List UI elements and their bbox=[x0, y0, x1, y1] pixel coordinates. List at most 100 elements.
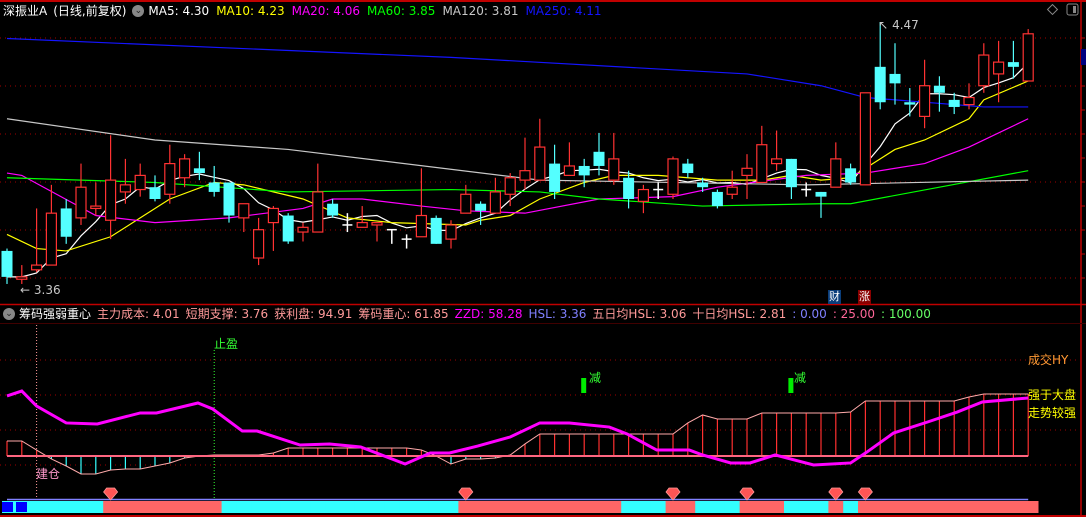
candle-up bbox=[637, 188, 650, 202]
state-bar-segment bbox=[192, 501, 208, 513]
rise-badge[interactable]: 涨 bbox=[858, 290, 871, 304]
state-bar-segment bbox=[695, 501, 711, 513]
candle-down bbox=[948, 99, 960, 107]
candle-down bbox=[697, 182, 709, 188]
signal-take-profit: 止盈 bbox=[214, 337, 239, 351]
state-bar-segment bbox=[88, 501, 104, 513]
state-bar-segment bbox=[473, 501, 489, 513]
candle-down bbox=[889, 73, 901, 84]
state-bar-segment bbox=[58, 501, 75, 513]
candle-down bbox=[60, 208, 72, 237]
candle-up bbox=[119, 184, 132, 193]
state-bar-segment bbox=[517, 501, 533, 513]
state-bar-segment bbox=[828, 501, 844, 513]
candle-up bbox=[534, 146, 546, 181]
state-bar-segment bbox=[428, 501, 445, 513]
candle-down bbox=[475, 203, 487, 211]
zzd-line bbox=[6, 389, 1029, 467]
panel-toggle-icon bbox=[1066, 3, 1079, 16]
gem-signal-icon bbox=[665, 487, 681, 501]
state-bar-segment bbox=[295, 501, 311, 513]
state-bar-segment bbox=[29, 501, 45, 513]
state-bar-marker bbox=[16, 502, 27, 512]
state-bar-segment bbox=[458, 501, 474, 513]
high-price-value: 4.47 bbox=[892, 18, 919, 32]
state-bar-segment bbox=[1020, 501, 1039, 513]
signal-build: 建仓 bbox=[36, 467, 61, 481]
reduce-marker bbox=[788, 378, 794, 393]
state-bar-segment bbox=[132, 501, 149, 513]
candle-down bbox=[549, 163, 561, 192]
candle-down bbox=[149, 187, 161, 199]
state-bar-segment bbox=[354, 501, 371, 513]
candle-up bbox=[992, 61, 1005, 75]
candle-up bbox=[371, 222, 383, 226]
diamond-icon bbox=[1046, 3, 1059, 16]
candle-up bbox=[16, 276, 28, 280]
state-bar-segment bbox=[798, 501, 815, 513]
candle-up bbox=[830, 158, 842, 188]
reduce-marker bbox=[581, 378, 587, 393]
candle-up bbox=[756, 144, 768, 184]
state-bar-segment bbox=[118, 501, 134, 513]
state-bar-segment bbox=[724, 501, 741, 513]
state-bar-segment bbox=[902, 501, 918, 513]
candle-down bbox=[874, 66, 886, 103]
state-bar-segment bbox=[932, 501, 948, 513]
candle-up bbox=[164, 163, 176, 195]
candle-down bbox=[593, 151, 605, 166]
candle-up bbox=[770, 158, 783, 165]
candle-down bbox=[1007, 62, 1019, 67]
candle-up bbox=[297, 226, 309, 233]
trend-label: 走势较强 bbox=[1028, 406, 1077, 420]
candle-up bbox=[104, 179, 117, 221]
candle-up bbox=[963, 96, 975, 106]
candle-up bbox=[519, 170, 531, 181]
state-bar-segment bbox=[1006, 501, 1022, 513]
state-bar-segment bbox=[591, 501, 607, 513]
candle-down bbox=[785, 158, 797, 188]
state-bar-segment bbox=[443, 501, 459, 513]
chart-canvas[interactable] bbox=[0, 0, 1086, 517]
state-bar-segment bbox=[206, 501, 223, 513]
candle-up bbox=[312, 191, 324, 233]
finance-badge[interactable]: 财 bbox=[828, 290, 841, 304]
state-bar-segment bbox=[843, 501, 859, 513]
state-bar-segment bbox=[103, 501, 119, 513]
candle-up bbox=[415, 214, 427, 238]
state-bar-segment bbox=[636, 501, 652, 513]
state-bar-segment bbox=[221, 501, 237, 513]
candle-down bbox=[711, 191, 723, 207]
state-bar-marker bbox=[2, 502, 13, 512]
candle-up bbox=[460, 193, 472, 214]
candle-up bbox=[608, 158, 620, 181]
low-price-label: ← 3.36 bbox=[20, 283, 61, 297]
candle-up bbox=[356, 222, 368, 228]
state-bar-segment bbox=[310, 501, 326, 513]
axis-scroll-tab bbox=[1081, 49, 1086, 65]
state-bar-segment bbox=[606, 501, 622, 513]
state-bar-segment bbox=[917, 501, 933, 513]
state-bar-segment bbox=[680, 501, 696, 513]
candle-up bbox=[90, 205, 102, 210]
candle-up bbox=[741, 167, 753, 177]
candle-up bbox=[667, 158, 679, 195]
candle-up bbox=[267, 207, 279, 224]
candle-down bbox=[933, 85, 945, 93]
candle-up bbox=[179, 158, 191, 179]
candle-up bbox=[445, 224, 457, 240]
state-bar-segment bbox=[739, 501, 755, 513]
state-bar-segment bbox=[340, 501, 356, 513]
candle-down bbox=[623, 177, 635, 199]
state-bar-segment bbox=[621, 501, 637, 513]
signal-reduce: 减 bbox=[794, 371, 807, 385]
state-bar-segment bbox=[547, 501, 563, 513]
gem-signal-icon bbox=[458, 487, 474, 501]
state-bar-segment bbox=[710, 501, 726, 513]
state-bar-segment bbox=[576, 501, 593, 513]
gem-signal-icon bbox=[828, 487, 844, 501]
state-bar-segment bbox=[784, 501, 800, 513]
state-bar-segment bbox=[414, 501, 430, 513]
arrow-icon: ← bbox=[20, 283, 34, 297]
state-bar-segment bbox=[251, 501, 267, 513]
